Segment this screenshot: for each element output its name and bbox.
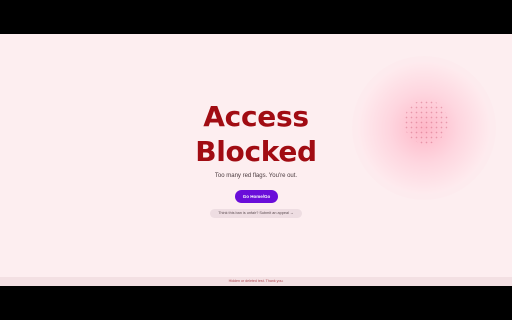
letterbox-bottom <box>0 286 512 320</box>
page-title-line-1: Access <box>203 100 309 133</box>
appeal-link[interactable]: Think this ban is unfair? Submit an appe… <box>210 209 302 218</box>
page-footer: Hidden or deleted test. Thank you. <box>0 277 512 286</box>
main-content: Access Blocked Too many red flags. You'r… <box>0 34 512 286</box>
go-home-button[interactable]: Go Home/Go <box>235 190 278 203</box>
page-title-line-2: Blocked <box>195 135 317 168</box>
letterbox-top <box>0 0 512 34</box>
blocked-page: Access Blocked Too many red flags. You'r… <box>0 34 512 286</box>
page-subtitle: Too many red flags. You're out. <box>214 173 298 179</box>
